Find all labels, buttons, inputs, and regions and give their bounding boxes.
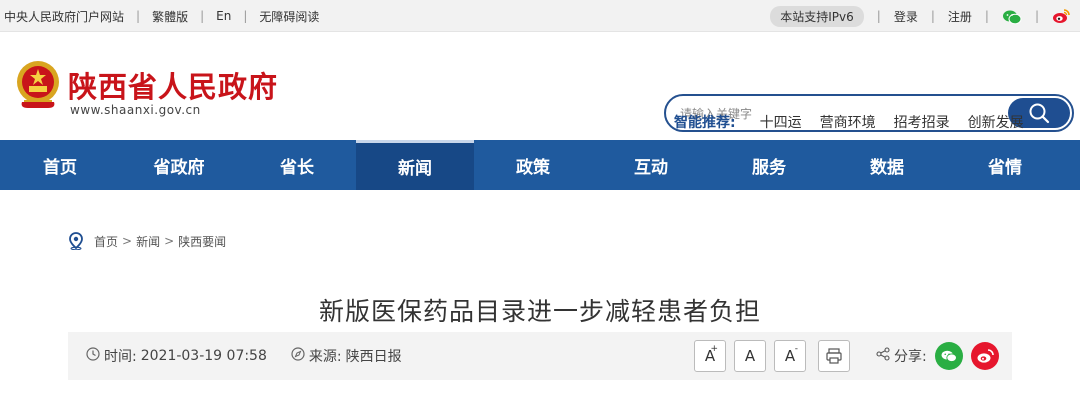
- article-meta-bar: 时间: 2021-03-19 07:58 来源: 陕西日报 A + A A- 分…: [68, 332, 1012, 380]
- ipv6-badge: 本站支持IPv6: [770, 5, 864, 27]
- printer-icon: [826, 348, 842, 364]
- recommend-link[interactable]: 招考招录: [894, 112, 950, 132]
- breadcrumb-home[interactable]: 首页: [94, 233, 118, 250]
- minus-icon: -: [794, 344, 798, 354]
- nav-item-home[interactable]: 首页: [0, 140, 120, 190]
- nav-item-data[interactable]: 数据: [828, 140, 946, 190]
- top-links: 中央人民政府门户网站 | 繁體版 | En | 无障碍阅读: [4, 0, 319, 32]
- nav-item-interaction[interactable]: 互动: [592, 140, 710, 190]
- breadcrumb: 首页 > 新闻 > 陕西要闻: [68, 232, 226, 251]
- breadcrumb-separator: >: [122, 234, 133, 248]
- font-decrease-button[interactable]: A-: [774, 340, 806, 372]
- site-domain: www.shaanxi.gov.cn: [70, 103, 201, 117]
- link-traditional-chinese[interactable]: 繁體版: [152, 8, 188, 25]
- top-utility-bar: 中央人民政府门户网站 | 繁體版 | En | 无障碍阅读 本站支持IPv6 |…: [0, 0, 1080, 32]
- plus-icon: +: [710, 344, 718, 354]
- share-label: 分享:: [894, 349, 927, 365]
- publish-time: 2021-03-19 07:58: [140, 348, 267, 364]
- nav-item-services[interactable]: 服务: [710, 140, 828, 190]
- article-meta: 时间: 2021-03-19 07:58 来源: 陕西日报: [86, 332, 402, 380]
- source-label: 来源:: [308, 349, 342, 365]
- source-value: 陕西日报: [345, 349, 402, 365]
- smart-recommend-label: 智能推荐:: [674, 115, 736, 131]
- link-central-gov[interactable]: 中央人民政府门户网站: [4, 8, 124, 25]
- divider: |: [136, 9, 141, 23]
- nav-item-government[interactable]: 省政府: [120, 140, 238, 190]
- font-increase-button[interactable]: A +: [694, 340, 726, 372]
- font-decrease-label: A: [784, 347, 796, 365]
- divider: |: [243, 9, 248, 23]
- smart-recommend: 智能推荐: 十四运 营商环境 招考招录 创新发展: [674, 112, 1042, 132]
- top-right-links: 本站支持IPv6 | 登录 | 注册 | |: [770, 0, 1070, 32]
- recommend-link[interactable]: 营商环境: [820, 112, 876, 132]
- time-label: 时间:: [104, 349, 137, 365]
- location-pin-icon: [68, 232, 84, 251]
- link-english[interactable]: En: [216, 9, 231, 23]
- article-title: 新版医保药品目录进一步减轻患者负担: [318, 297, 761, 326]
- register-link[interactable]: 注册: [948, 8, 972, 25]
- link-accessibility[interactable]: 无障碍阅读: [259, 8, 319, 25]
- share-wechat-button[interactable]: [934, 342, 963, 370]
- nav-item-governor[interactable]: 省长: [238, 140, 356, 190]
- nav-item-news[interactable]: 新闻: [356, 140, 474, 190]
- font-size-controls: A + A A-: [694, 340, 858, 372]
- divider: |: [200, 9, 205, 23]
- divider: |: [1034, 9, 1039, 23]
- nav-item-province-info[interactable]: 省情: [946, 140, 1064, 190]
- wechat-icon[interactable]: [1002, 9, 1022, 25]
- share-icon: [876, 347, 890, 365]
- breadcrumb-news[interactable]: 新闻: [136, 233, 160, 250]
- weibo-icon: [977, 349, 994, 363]
- site-title[interactable]: 陕西省人民政府: [68, 64, 278, 106]
- print-button[interactable]: [818, 340, 850, 372]
- wechat-icon: [941, 350, 957, 362]
- national-emblem-icon[interactable]: [14, 58, 62, 112]
- nav-item-policy[interactable]: 政策: [474, 140, 592, 190]
- divider: |: [984, 9, 989, 23]
- compass-icon: [291, 347, 305, 365]
- divider: |: [876, 9, 881, 23]
- main-nav: 首页 省政府 省长 新闻 政策 互动 服务 数据 省情: [0, 140, 1080, 190]
- clock-icon: [86, 347, 100, 365]
- share-area: 分享:: [876, 332, 999, 380]
- share-weibo-button[interactable]: [970, 342, 999, 370]
- font-reset-label: A: [744, 347, 756, 365]
- breadcrumb-separator: >: [164, 234, 175, 248]
- breadcrumb-shaanxi-news[interactable]: 陕西要闻: [178, 233, 226, 250]
- recommend-link[interactable]: 十四运: [760, 112, 802, 132]
- recommend-link[interactable]: 创新发展: [968, 112, 1024, 132]
- weibo-icon[interactable]: [1052, 8, 1070, 24]
- login-link[interactable]: 登录: [894, 8, 918, 25]
- font-reset-button[interactable]: A: [734, 340, 766, 372]
- divider: |: [930, 9, 935, 23]
